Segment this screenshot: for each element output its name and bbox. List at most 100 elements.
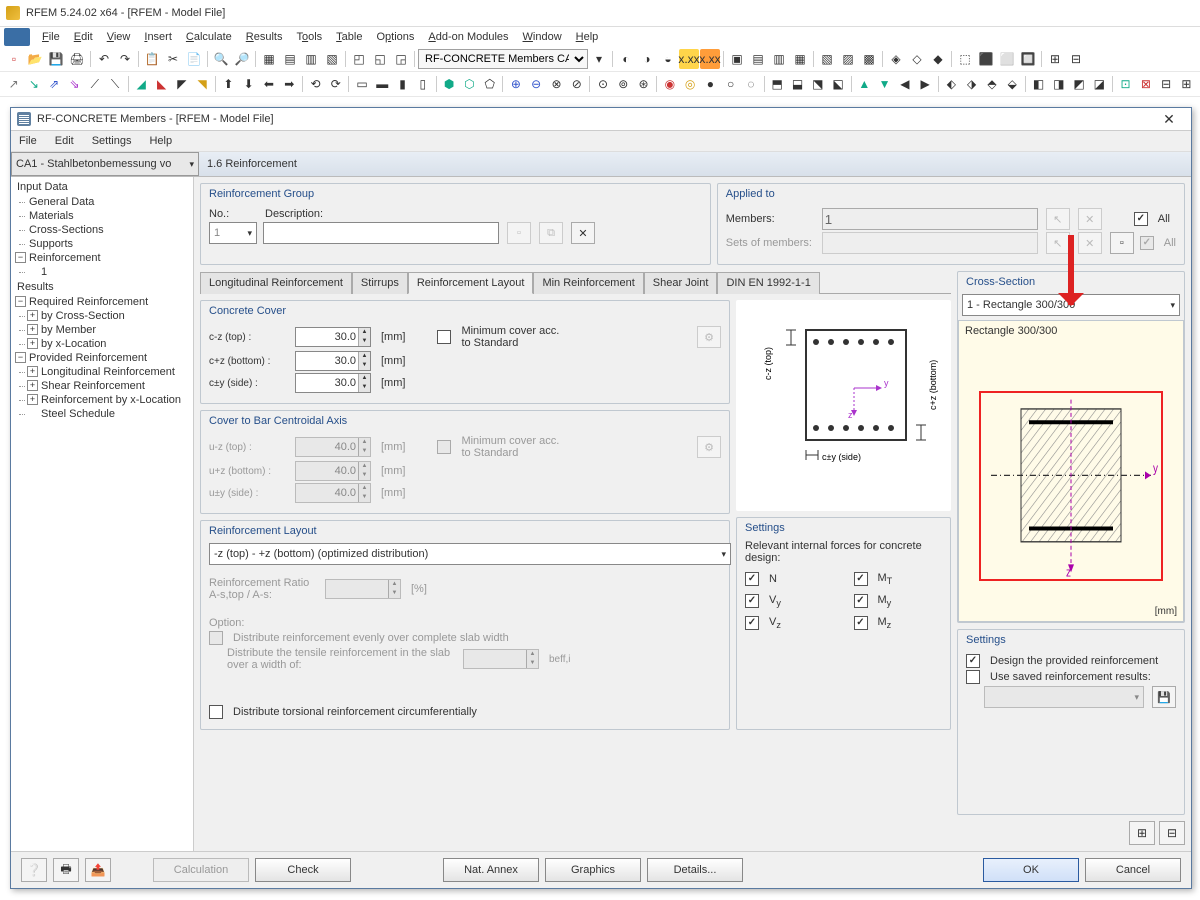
cancel-button[interactable]: Cancel: [1085, 858, 1181, 882]
tree-general-data[interactable]: General Data: [13, 195, 191, 209]
toolbar-btn[interactable]: ▧: [817, 49, 837, 69]
toolbar-btn[interactable]: ⬕: [828, 74, 847, 94]
menu-results[interactable]: Results: [240, 29, 289, 45]
cz-bottom-input[interactable]: 30.0▲▼: [295, 351, 371, 371]
expand-icon[interactable]: +: [27, 366, 38, 377]
toolbar-btn[interactable]: 🔍: [211, 49, 231, 69]
copy-group-icon[interactable]: ⧉: [539, 222, 563, 244]
toolbar-btn[interactable]: ▤: [280, 49, 300, 69]
tree-results[interactable]: Results: [13, 279, 191, 295]
toolbar-btn[interactable]: ◎: [680, 74, 699, 94]
saved-results-icon[interactable]: 💾: [1152, 686, 1176, 708]
toolbar-btn[interactable]: ⊟: [1066, 49, 1086, 69]
toolbar-btn[interactable]: ▥: [301, 49, 321, 69]
toolbar-btn[interactable]: ◢: [132, 74, 151, 94]
toolbar-btn[interactable]: ⊞: [1045, 49, 1065, 69]
pick-members-icon[interactable]: ↖: [1046, 208, 1070, 230]
tab-layout[interactable]: Reinforcement Layout: [408, 272, 534, 294]
force-vy-checkbox[interactable]: [745, 594, 759, 608]
toolbar-btn[interactable]: ⊙: [593, 74, 612, 94]
expand-icon[interactable]: +: [27, 380, 38, 391]
menu-view[interactable]: View: [101, 29, 137, 45]
expand-icon[interactable]: +: [27, 324, 38, 335]
toolbar-btn[interactable]: ◰: [349, 49, 369, 69]
details-button[interactable]: Details...: [647, 858, 743, 882]
toolbar-btn[interactable]: x.xx: [679, 49, 699, 69]
close-icon[interactable]: ✕: [1153, 111, 1185, 128]
toolbar-btn[interactable]: ⬆: [219, 74, 238, 94]
tree-materials[interactable]: Materials: [13, 209, 191, 223]
tree-input-data[interactable]: Input Data: [13, 179, 191, 195]
print-icon[interactable]: 🖶: [53, 858, 79, 882]
torsional-checkbox[interactable]: [209, 705, 223, 719]
toolbar-btn[interactable]: ▤: [748, 49, 768, 69]
toolbar-btn[interactable]: ⬔: [808, 74, 827, 94]
toolbar-btn[interactable]: ⬒: [768, 74, 787, 94]
toolbar-btn[interactable]: ▥: [769, 49, 789, 69]
tab-min-reinf[interactable]: Min Reinforcement: [533, 272, 643, 294]
toolbar-btn[interactable]: ▮: [393, 74, 412, 94]
menu-calculate[interactable]: Calculate: [180, 29, 238, 45]
menu-options[interactable]: Options: [370, 29, 420, 45]
toolbar-btn[interactable]: ⊞: [1177, 74, 1196, 94]
toolbar-btn[interactable]: 🔲: [1018, 49, 1038, 69]
new-group-icon[interactable]: ▫: [507, 222, 531, 244]
toolbar-btn[interactable]: ⬖: [942, 74, 961, 94]
expand-icon[interactable]: +: [27, 338, 38, 349]
toolbar-btn[interactable]: ⟍: [105, 74, 124, 94]
tree-reinf-1[interactable]: 1: [13, 265, 191, 279]
force-mz-checkbox[interactable]: [854, 616, 868, 630]
tree-by-member[interactable]: +by Member: [13, 323, 191, 337]
toolbar-btn[interactable]: ▦: [259, 49, 279, 69]
toolbar-btn[interactable]: ▣: [727, 49, 747, 69]
toolbar-btn[interactable]: ◉: [660, 74, 679, 94]
tree-required[interactable]: − Required Reinforcement: [13, 295, 191, 309]
toolbar-btn[interactable]: ◲: [391, 49, 411, 69]
force-mt-checkbox[interactable]: [854, 572, 868, 586]
nav-tree[interactable]: Input Data General Data Materials Cross-…: [11, 177, 194, 851]
toolbar-btn[interactable]: ▶: [916, 74, 935, 94]
help-icon[interactable]: ❔: [21, 858, 47, 882]
toolbar-btn[interactable]: ⟋: [85, 74, 104, 94]
check-button[interactable]: Check: [255, 858, 351, 882]
toolbar-btn[interactable]: ◧: [1029, 74, 1048, 94]
toolbar-btn[interactable]: ⬢: [439, 74, 458, 94]
toolbar-btn[interactable]: ◌: [741, 74, 760, 94]
export-table-icon[interactable]: ⊞: [1129, 821, 1155, 845]
toolbar-btn[interactable]: ◈: [886, 49, 906, 69]
tab-shear-joint[interactable]: Shear Joint: [644, 272, 718, 294]
open-icon[interactable]: 📂: [25, 49, 45, 69]
toolbar-btn[interactable]: ⬓: [788, 74, 807, 94]
toolbar-btn[interactable]: ⬡: [460, 74, 479, 94]
collapse-icon[interactable]: −: [15, 252, 26, 263]
toolbar-btn[interactable]: ⬜: [997, 49, 1017, 69]
nat-annex-button[interactable]: Nat. Annex: [443, 858, 539, 882]
force-n-checkbox[interactable]: [745, 572, 759, 586]
tab-longitudinal[interactable]: Longitudinal Reinforcement: [200, 272, 352, 294]
menu-edit[interactable]: Edit: [68, 29, 99, 45]
toolbar-btn[interactable]: ⊡: [1116, 74, 1135, 94]
toolbar-btn[interactable]: ↘: [24, 74, 43, 94]
new-set-icon[interactable]: ▫: [1110, 232, 1134, 254]
toolbar-btn[interactable]: ▨: [838, 49, 858, 69]
toolbar-btn[interactable]: ◒: [658, 49, 678, 69]
expand-icon[interactable]: +: [27, 394, 38, 405]
toolbar-btn[interactable]: ◇: [907, 49, 927, 69]
toolbar-btn[interactable]: ⇘: [65, 74, 84, 94]
toolbar-btn[interactable]: ⊠: [1136, 74, 1155, 94]
toolbar-btn[interactable]: ⊛: [634, 74, 653, 94]
toolbar-btn[interactable]: ⊟: [1157, 74, 1176, 94]
new-icon[interactable]: ▫: [4, 49, 24, 69]
min-cover-checkbox[interactable]: [437, 330, 451, 344]
all-members-checkbox[interactable]: [1134, 212, 1148, 226]
toolbar-btn[interactable]: ▦: [790, 49, 810, 69]
toolbar-btn[interactable]: ◐: [616, 49, 636, 69]
cz-top-input[interactable]: 30.0▲▼: [295, 327, 371, 347]
toolbar-btn[interactable]: ⊚: [614, 74, 633, 94]
toolbar-btn[interactable]: ⬛: [976, 49, 996, 69]
toolbar-btn[interactable]: ⬙: [1003, 74, 1022, 94]
toolbar-btn[interactable]: ⊗: [547, 74, 566, 94]
delete-group-icon[interactable]: ✕: [571, 222, 595, 244]
menu-table[interactable]: Table: [330, 29, 368, 45]
toolbar-btn[interactable]: ◣: [152, 74, 171, 94]
